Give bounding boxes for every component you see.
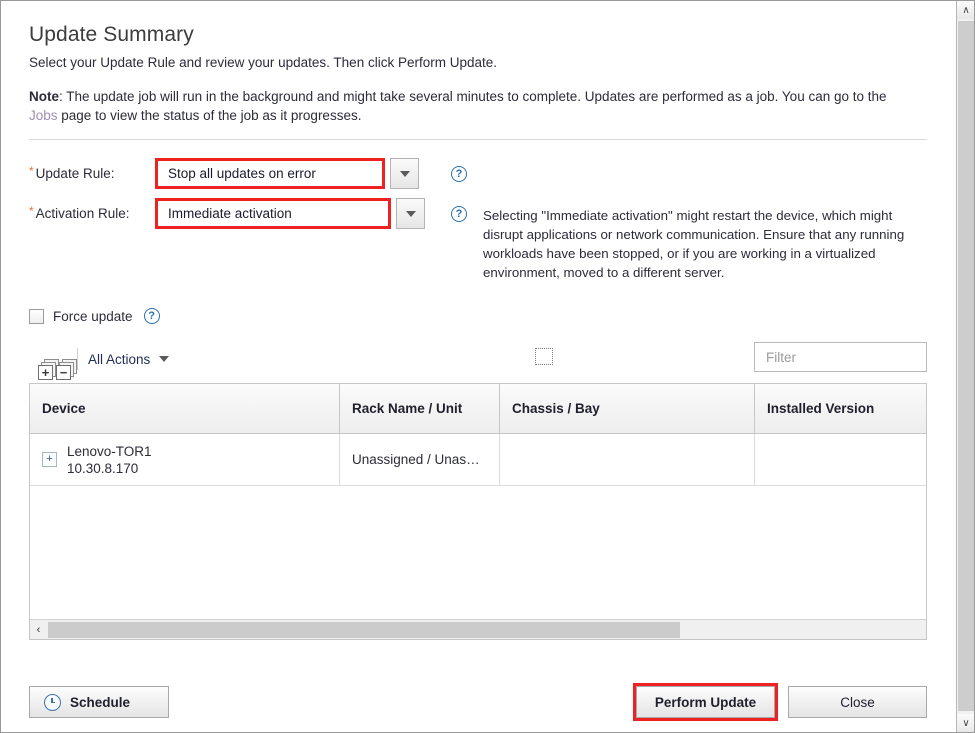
expand-row-icon[interactable]: + bbox=[42, 452, 57, 467]
update-summary-dialog: Update Summary Select your Update Rule a… bbox=[0, 0, 975, 733]
table-toolbar: + − All Actions bbox=[29, 338, 928, 380]
activation-rule-description: Selecting "Immediate activation" might r… bbox=[483, 208, 905, 280]
force-update-checkbox[interactable] bbox=[29, 308, 44, 324]
required-asterisk: * bbox=[29, 164, 34, 178]
table-header-row: Device Rack Name / Unit Chassis / Bay In… bbox=[30, 384, 926, 434]
force-update-label: Force update bbox=[53, 308, 133, 324]
perform-update-highlight: Perform Update bbox=[633, 683, 778, 721]
chevron-down-icon bbox=[399, 170, 410, 177]
force-update-row: Force update ? bbox=[29, 308, 928, 324]
activation-rule-label-text: Activation Rule: bbox=[35, 206, 130, 221]
filter-input[interactable] bbox=[764, 348, 917, 366]
cell-device: + Lenovo-TOR1 10.30.8.170 bbox=[30, 434, 340, 485]
close-button[interactable]: Close bbox=[788, 686, 927, 718]
chevron-down-icon bbox=[405, 210, 416, 217]
cell-installed-version bbox=[755, 434, 926, 485]
toolbar-divider bbox=[77, 348, 78, 370]
chevron-down-icon bbox=[159, 356, 170, 362]
update-rule-help-slot: ? bbox=[451, 158, 467, 182]
activation-rule-value[interactable]: Immediate activation bbox=[155, 198, 391, 229]
note-block: Note: The update job will run in the bac… bbox=[29, 87, 909, 125]
update-rule-label: * Update Rule: bbox=[29, 158, 155, 181]
table-horizontal-scrollbar[interactable]: ‹ bbox=[30, 619, 926, 639]
help-icon[interactable]: ? bbox=[451, 206, 467, 222]
required-asterisk: * bbox=[29, 204, 34, 218]
schedule-button-label: Schedule bbox=[70, 694, 131, 710]
device-ip: 10.30.8.170 bbox=[67, 460, 139, 476]
page-subtitle: Select your Update Rule and review your … bbox=[29, 55, 497, 70]
scroll-down-button[interactable]: ∨ bbox=[957, 714, 974, 732]
all-actions-label: All Actions bbox=[88, 351, 151, 367]
table-empty-area bbox=[30, 486, 926, 619]
page-title: Update Summary bbox=[29, 23, 194, 46]
schedule-button[interactable]: Schedule bbox=[29, 686, 169, 718]
clock-icon bbox=[44, 693, 61, 711]
vertical-scroll-thumb[interactable] bbox=[958, 21, 974, 711]
activation-rule-combo[interactable]: Immediate activation bbox=[155, 198, 425, 229]
column-header-installed-version[interactable]: Installed Version bbox=[755, 384, 926, 433]
update-rule-value[interactable]: Stop all updates on error bbox=[155, 158, 385, 189]
activation-rule-dropdown-button[interactable] bbox=[396, 198, 425, 229]
cell-chassis-bay bbox=[500, 434, 755, 485]
table-row[interactable]: + Lenovo-TOR1 10.30.8.170 Unassigned / U… bbox=[30, 434, 926, 486]
scroll-up-button[interactable]: ∧ bbox=[957, 1, 974, 19]
horizontal-scroll-thumb[interactable] bbox=[48, 622, 680, 638]
column-header-rack-name-unit[interactable]: Rack Name / Unit bbox=[340, 384, 500, 433]
note-text-part2: page to view the status of the job as it… bbox=[57, 108, 362, 123]
devices-table: Device Rack Name / Unit Chassis / Bay In… bbox=[29, 383, 927, 640]
note-text-part1: : The update job will run in the backgro… bbox=[59, 89, 887, 104]
update-rule-row: * Update Rule: Stop all updates on error … bbox=[29, 158, 928, 189]
perform-update-button[interactable]: Perform Update bbox=[636, 686, 775, 718]
broken-image-placeholder-icon bbox=[535, 348, 553, 365]
activation-rule-row: * Activation Rule: Immediate activation ?… bbox=[29, 198, 928, 282]
page-vertical-scrollbar[interactable]: ∧ ∨ bbox=[956, 1, 974, 732]
all-actions-menu[interactable]: All Actions bbox=[88, 351, 170, 367]
update-rule-dropdown-button[interactable] bbox=[390, 158, 419, 189]
activation-rule-help-slot: ? Selecting "Immediate activation" might… bbox=[451, 198, 935, 282]
dialog-content-pane: Update Summary Select your Update Rule a… bbox=[1, 1, 956, 732]
scroll-left-icon[interactable]: ‹ bbox=[30, 621, 47, 639]
device-name: Lenovo-TOR1 bbox=[67, 443, 152, 459]
help-icon[interactable]: ? bbox=[451, 166, 467, 182]
note-label: Note bbox=[29, 89, 59, 104]
cell-rack-name-unit: Unassigned / Unas… bbox=[340, 434, 500, 485]
update-rule-combo[interactable]: Stop all updates on error bbox=[155, 158, 419, 189]
activation-rule-label: * Activation Rule: bbox=[29, 198, 155, 221]
dialog-footer: Schedule Perform Update Close bbox=[29, 683, 927, 721]
column-header-device[interactable]: Device bbox=[30, 384, 340, 433]
filter-field[interactable] bbox=[754, 342, 927, 372]
help-icon[interactable]: ? bbox=[143, 308, 160, 324]
column-header-chassis-bay[interactable]: Chassis / Bay bbox=[500, 384, 755, 433]
form-area: * Update Rule: Stop all updates on error … bbox=[29, 140, 928, 640]
update-rule-label-text: Update Rule: bbox=[35, 166, 115, 181]
jobs-link[interactable]: Jobs bbox=[29, 108, 58, 123]
